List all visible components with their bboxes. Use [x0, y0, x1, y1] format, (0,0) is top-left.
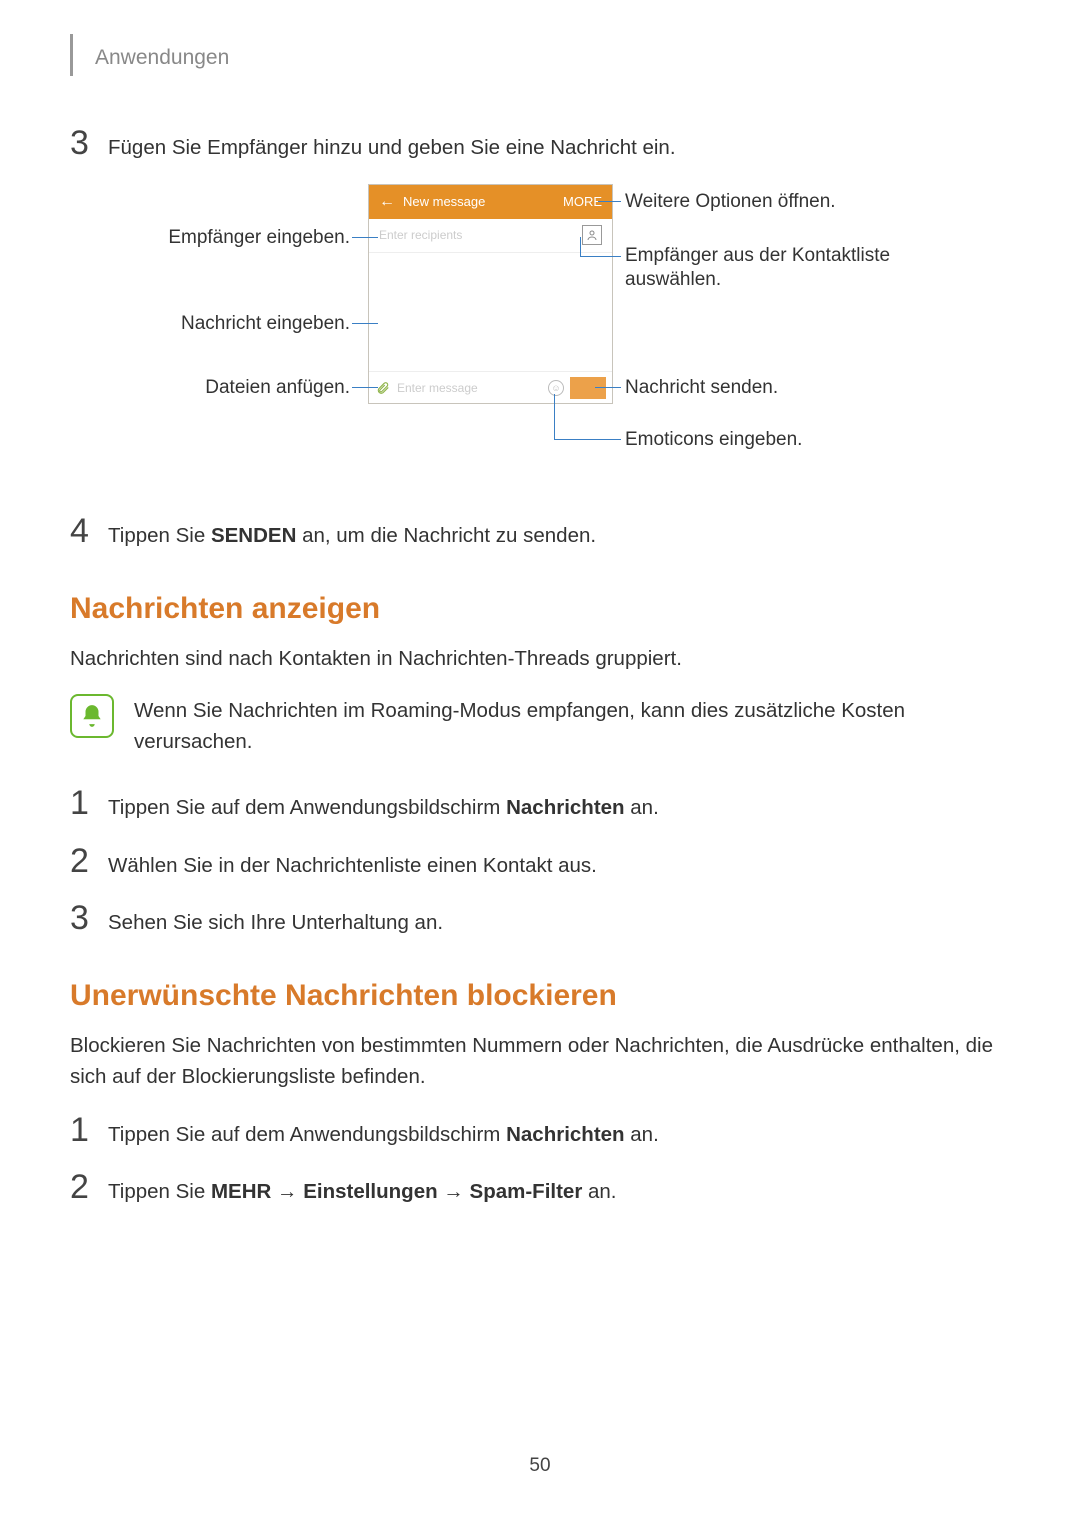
phone-titlebar: ← New message MORE [369, 185, 612, 219]
page-number: 50 [0, 1455, 1080, 1477]
callout-emoticons: Emoticons eingeben. [625, 428, 802, 453]
phone-mockup: ← New message MORE Enter recipients Ente… [368, 184, 613, 404]
emoticon-icon[interactable]: ☺ [548, 380, 564, 396]
contacts-icon[interactable] [582, 225, 602, 245]
step-text: Wählen Sie in der Nachrichtenliste einen… [108, 851, 597, 882]
callout-more-options: Weitere Optionen öffnen. [625, 190, 836, 215]
section1-step-1: 1 Tippen Sie auf dem Anwendungsbildschir… [70, 786, 1010, 824]
section2-step-1: 1 Tippen Sie auf dem Anwendungsbildschir… [70, 1113, 1010, 1151]
message-compose-diagram: ← New message MORE Enter recipients Ente… [80, 184, 1000, 474]
leader-line [554, 439, 621, 440]
leader-line [554, 394, 555, 439]
page-header: Anwendungen [70, 40, 1010, 76]
section1-step-2: 2 Wählen Sie in der Nachrichtenliste ein… [70, 844, 1010, 882]
leader-line [352, 323, 378, 324]
bell-icon [70, 694, 114, 738]
step-number: 2 [70, 844, 108, 878]
leader-line [580, 237, 581, 256]
step-text: Sehen Sie sich Ihre Unterhaltung an. [108, 908, 443, 939]
step-number: 4 [70, 514, 108, 548]
section2-step-2: 2 Tippen Sie MEHR → Einstellungen → Spam… [70, 1170, 1010, 1208]
header-title: Anwendungen [95, 46, 229, 70]
recipient-placeholder[interactable]: Enter recipients [379, 228, 462, 242]
note-roaming: Wenn Sie Nachrichten im Roaming-Modus em… [70, 694, 1010, 758]
recipient-row: Enter recipients [369, 219, 612, 253]
back-icon[interactable]: ← [379, 193, 395, 211]
section-title-block-messages: Unerwünschte Nachrichten blockieren [70, 979, 1010, 1013]
send-button[interactable] [570, 377, 606, 399]
step-number: 3 [70, 126, 108, 160]
section-intro: Blockieren Sie Nachrichten von bestimmte… [70, 1031, 1010, 1093]
step-3: 3 Fügen Sie Empfänger hinzu und geben Si… [70, 126, 1010, 164]
callout-message: Nachricht eingeben. [80, 312, 350, 337]
step-number: 2 [70, 1170, 108, 1204]
leader-line [580, 256, 621, 257]
leader-line [352, 387, 378, 388]
leader-line [598, 201, 621, 202]
leader-line [595, 387, 621, 388]
more-button[interactable]: MORE [563, 194, 602, 209]
step-text: Tippen Sie SENDEN an, um die Nachricht z… [108, 521, 596, 552]
section-title-view-messages: Nachrichten anzeigen [70, 592, 1010, 626]
phone-title: New message [403, 194, 485, 209]
callout-recipient: Empfänger eingeben. [80, 226, 350, 251]
section1-step-3: 3 Sehen Sie sich Ihre Unterhaltung an. [70, 901, 1010, 939]
manual-page: Anwendungen 3 Fügen Sie Empfänger hinzu … [0, 0, 1080, 1208]
step-text: Tippen Sie MEHR → Einstellungen → Spam-F… [108, 1177, 617, 1208]
note-text: Wenn Sie Nachrichten im Roaming-Modus em… [134, 694, 1010, 758]
attach-icon[interactable] [375, 380, 391, 396]
step-number: 3 [70, 901, 108, 935]
message-placeholder[interactable]: Enter message [397, 381, 542, 395]
section-intro: Nachrichten sind nach Kontakten in Nachr… [70, 644, 1010, 675]
leader-line [352, 237, 378, 238]
step-text: Tippen Sie auf dem Anwendungsbildschirm … [108, 1120, 659, 1151]
callout-attach: Dateien anfügen. [80, 376, 350, 401]
step-4: 4 Tippen Sie SENDEN an, um die Nachricht… [70, 514, 1010, 552]
step-number: 1 [70, 1113, 108, 1147]
step-text: Tippen Sie auf dem Anwendungsbildschirm … [108, 793, 659, 824]
callout-contacts: Empfänger aus der Kontaktliste auswählen… [625, 244, 945, 293]
step-text: Fügen Sie Empfänger hinzu und geben Sie … [108, 133, 676, 164]
compose-row: Enter message ☺ [369, 371, 612, 404]
message-body-area[interactable] [369, 253, 612, 371]
header-divider [70, 34, 73, 76]
step-number: 1 [70, 786, 108, 820]
callout-send: Nachricht senden. [625, 376, 778, 401]
